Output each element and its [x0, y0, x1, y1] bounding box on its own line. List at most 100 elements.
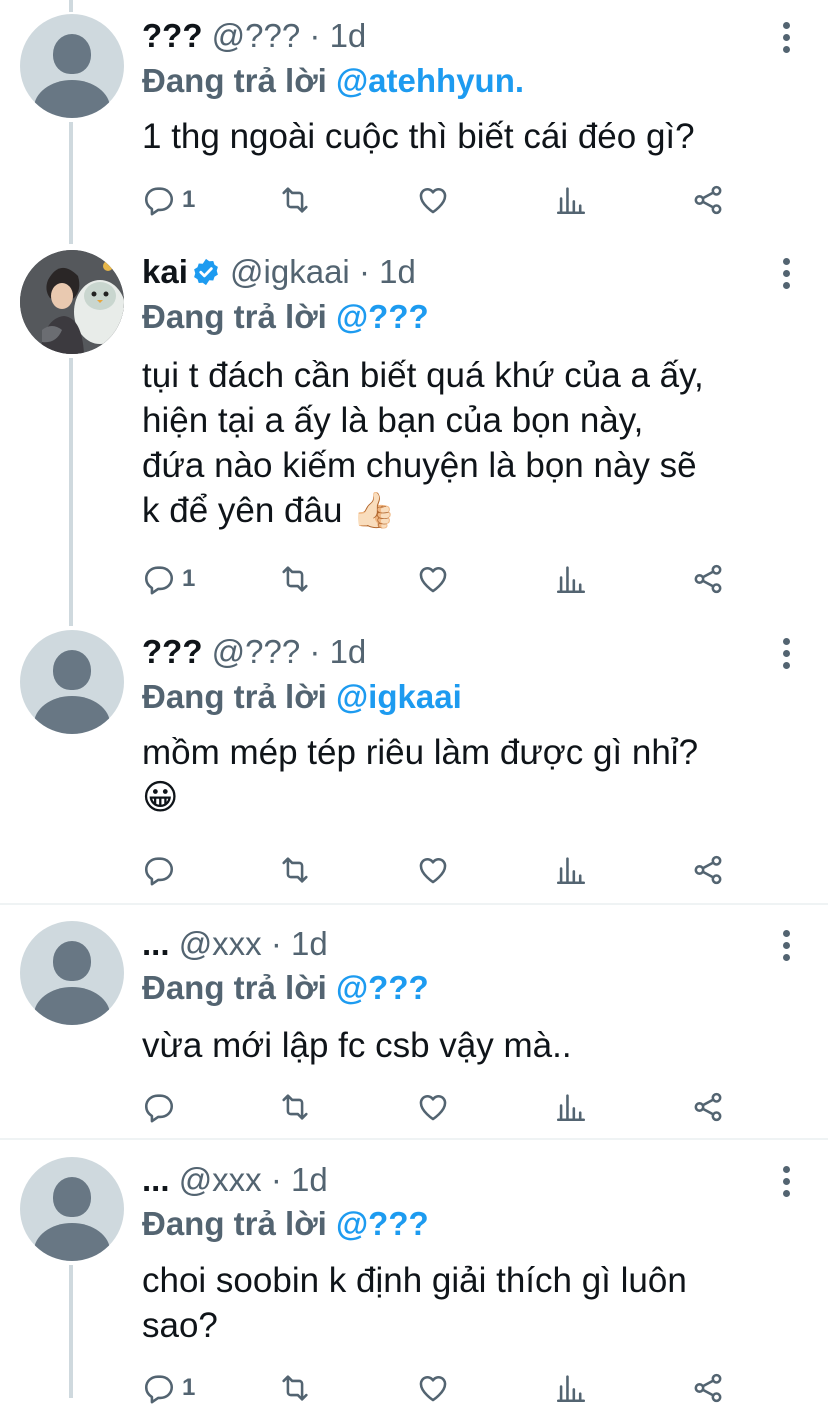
views-button[interactable]: [554, 559, 588, 599]
tweet-actions: 1: [142, 559, 742, 599]
user-handle[interactable]: @xxx: [179, 1161, 262, 1198]
heart-icon: [419, 1095, 447, 1121]
tweet-header: ??? @??? · 1d: [142, 632, 366, 672]
more-dots-icon[interactable]: [776, 638, 796, 674]
display-name[interactable]: ???: [142, 17, 202, 54]
retweet-icon: [282, 1375, 308, 1401]
timestamp[interactable]: 1d: [330, 633, 367, 670]
retweet-icon: [282, 187, 308, 213]
display-name[interactable]: ???: [142, 633, 202, 670]
timestamp[interactable]: 1d: [291, 1161, 328, 1198]
default-avatar[interactable]: [20, 14, 124, 118]
more-dots-icon[interactable]: [776, 258, 796, 294]
reply-button[interactable]: 1: [142, 180, 195, 220]
separator-dot: ·: [309, 17, 321, 54]
share-button[interactable]: [691, 559, 725, 599]
reply-button[interactable]: [142, 850, 182, 890]
reply-mention-link[interactable]: @???: [336, 1205, 429, 1242]
share-button[interactable]: [691, 1368, 725, 1408]
reply-icon: [144, 857, 174, 886]
tweet[interactable]: ??? @??? · 1d Đang trả lời @atehhyun. 1 …: [0, 0, 828, 240]
separator-dot: ·: [270, 925, 282, 962]
like-button[interactable]: [416, 559, 450, 599]
tweet[interactable]: ??? @??? · 1d Đang trả lời @igkaai mồm m…: [0, 620, 828, 903]
display-name[interactable]: kai: [142, 253, 188, 290]
retweet-button[interactable]: [278, 1087, 312, 1127]
reply-mention-link[interactable]: @???: [336, 969, 429, 1006]
user-handle[interactable]: @???: [212, 633, 301, 670]
tweet[interactable]: ... @xxx · 1d Đang trả lời @??? choi soo…: [0, 1140, 828, 1404]
default-avatar[interactable]: [20, 1157, 124, 1261]
like-button[interactable]: [416, 1368, 450, 1408]
user-handle[interactable]: @xxx: [179, 925, 262, 962]
reply-mention-link[interactable]: @atehhyun.: [336, 62, 524, 99]
retweet-button[interactable]: [278, 559, 312, 599]
more-dots-icon[interactable]: [776, 22, 796, 58]
reply-button[interactable]: 1: [142, 559, 195, 599]
display-name[interactable]: ...: [142, 1161, 170, 1198]
user-avatar-photo[interactable]: [20, 250, 124, 354]
views-button[interactable]: [554, 180, 588, 220]
share-button[interactable]: [691, 850, 725, 890]
share-icon: [694, 185, 722, 215]
reply-button[interactable]: [142, 1087, 182, 1127]
reply-context: Đang trả lời @igkaai: [142, 677, 462, 717]
share-button[interactable]: [691, 180, 725, 220]
tweet-header: ??? @??? · 1d: [142, 16, 366, 56]
retweet-button[interactable]: [278, 1368, 312, 1408]
tweet-header: ... @xxx · 1d: [142, 1160, 328, 1200]
tweet-text: choi soobin k định giải thích gì luôn sa…: [142, 1261, 687, 1345]
views-button[interactable]: [554, 1368, 588, 1408]
reply-context: Đang trả lời @???: [142, 297, 429, 337]
reply-mention-link[interactable]: @igkaai: [336, 678, 462, 715]
share-icon: [694, 855, 722, 885]
reply-context: Đang trả lời @???: [142, 968, 429, 1008]
reply-icon: [144, 187, 174, 216]
verified-badge-icon: [194, 258, 218, 286]
default-avatar[interactable]: [20, 921, 124, 1025]
reply-context: Đang trả lời @atehhyun.: [142, 61, 524, 101]
reply-prefix: Đang trả lời: [142, 969, 327, 1006]
like-button[interactable]: [416, 1087, 450, 1127]
analytics-icon: [556, 187, 586, 215]
tweet-text: tụi t đách cần biết quá khứ của a ấy, hi…: [142, 356, 704, 530]
tweet[interactable]: ... @xxx · 1d Đang trả lời @??? vừa mới …: [0, 905, 828, 1138]
reply-button[interactable]: 1: [142, 1368, 195, 1408]
timestamp[interactable]: 1d: [330, 17, 367, 54]
tweet-header: ... @xxx · 1d: [142, 924, 328, 964]
reply-prefix: Đang trả lời: [142, 62, 327, 99]
timestamp[interactable]: 1d: [379, 253, 416, 290]
views-button[interactable]: [554, 1087, 588, 1127]
reply-prefix: Đang trả lời: [142, 678, 327, 715]
like-button[interactable]: [416, 850, 450, 890]
share-button[interactable]: [691, 1087, 725, 1127]
display-name[interactable]: ...: [142, 925, 170, 962]
user-handle[interactable]: @igkaai: [230, 253, 350, 290]
tweet-text: mồm mép tép riêu làm được gì nhỉ? 😀: [142, 733, 699, 817]
heart-icon: [419, 1376, 447, 1402]
tweet-actions: 1: [142, 180, 742, 220]
analytics-icon: [556, 857, 586, 885]
tweet-text: 1 thg ngoài cuộc thì biết cái đéo gì?: [142, 117, 695, 156]
heart-icon: [419, 858, 447, 884]
views-button[interactable]: [554, 850, 588, 890]
tweet[interactable]: kai @igkaai · 1d Đang trả lời @??? tụi t…: [0, 240, 828, 620]
retweet-button[interactable]: [278, 180, 312, 220]
reply-icon: [144, 566, 174, 595]
user-handle[interactable]: @???: [212, 17, 301, 54]
reply-count: 1: [182, 186, 196, 213]
retweet-button[interactable]: [278, 850, 312, 890]
timestamp[interactable]: 1d: [291, 925, 328, 962]
more-dots-icon[interactable]: [776, 1166, 796, 1202]
reply-prefix: Đang trả lời: [142, 298, 327, 335]
more-dots-icon[interactable]: [776, 930, 796, 966]
reply-count: 1: [182, 565, 196, 592]
reply-mention-link[interactable]: @???: [336, 298, 429, 335]
retweet-icon: [282, 1094, 308, 1120]
like-button[interactable]: [416, 180, 450, 220]
default-avatar[interactable]: [20, 630, 124, 734]
reply-icon: [144, 1375, 174, 1404]
separator-dot: ·: [309, 633, 321, 670]
share-icon: [694, 1373, 722, 1403]
separator-dot: ·: [358, 253, 370, 290]
